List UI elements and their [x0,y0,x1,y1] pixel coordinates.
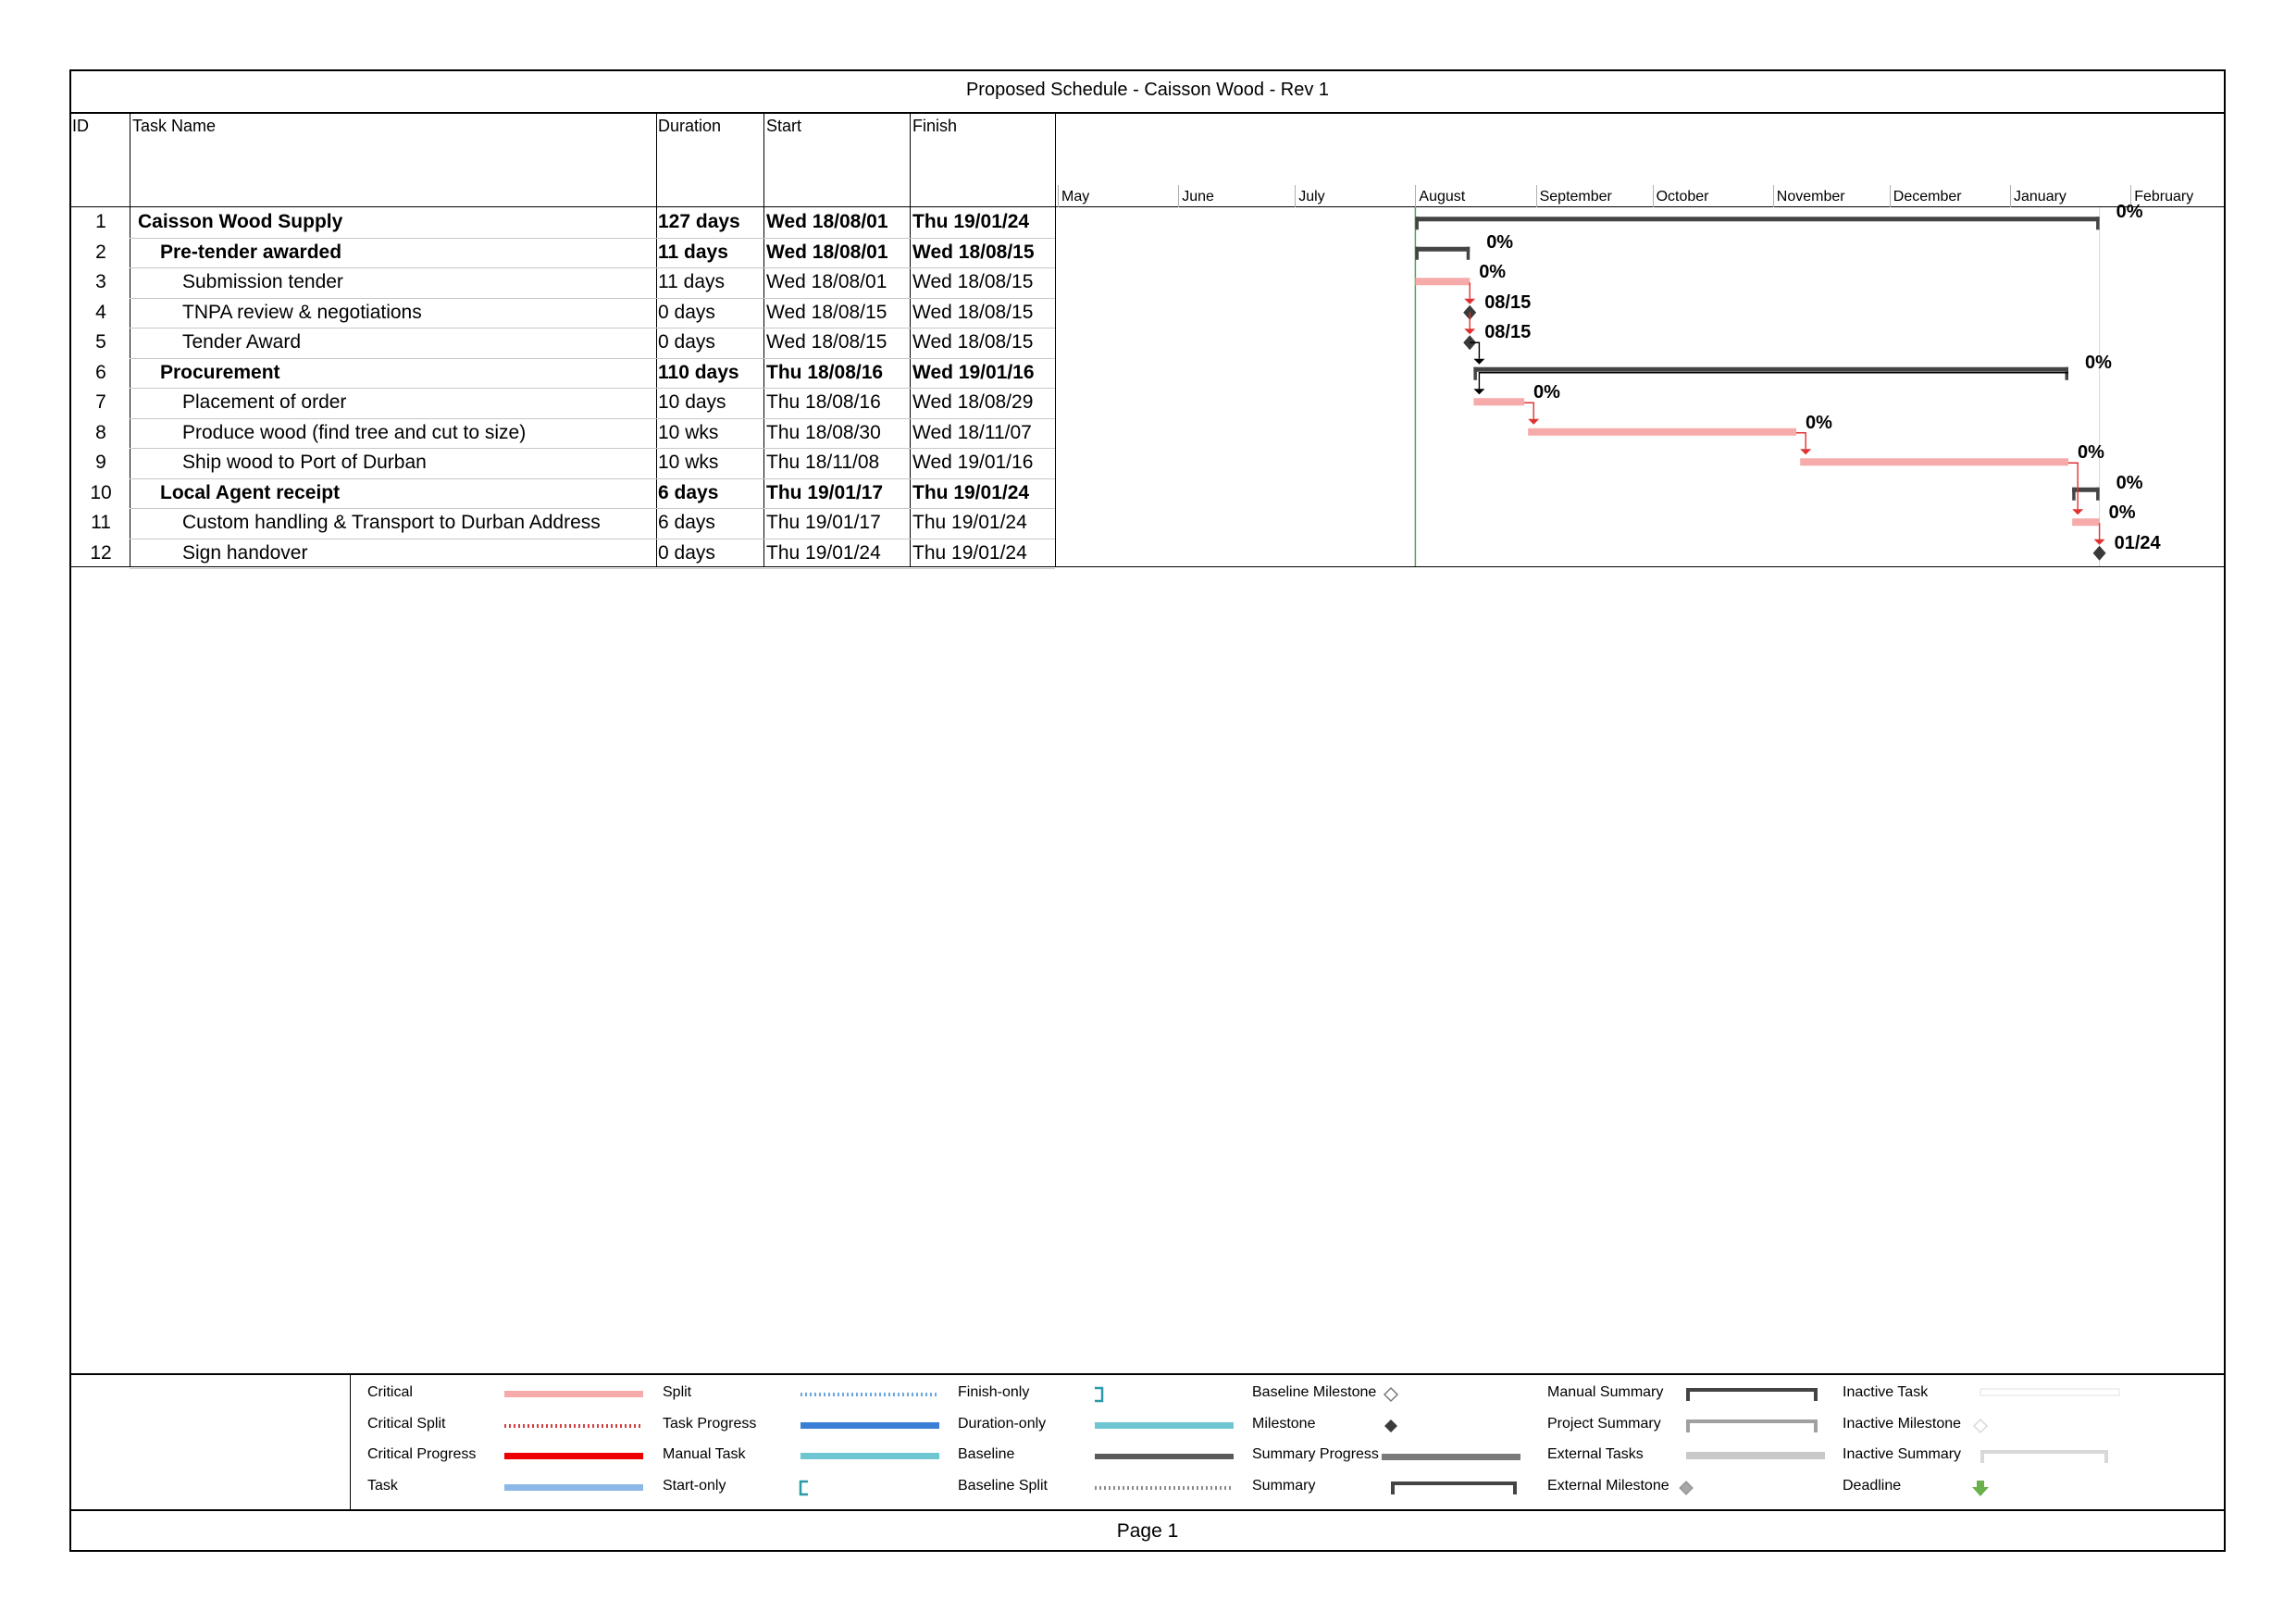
legend-label: External Tasks [1547,1446,1644,1462]
legend-swatch-summary-progress [1382,1454,1520,1460]
summary-bar [1415,217,2100,222]
summary-bar-end-cap [2096,217,2100,230]
legend-swatch-duration-only [1095,1422,1234,1429]
gantt-bar-label: 0% [1533,382,1560,403]
critical-task-bar [2072,518,2100,527]
legend-label: Project Summary [1547,1416,1661,1432]
critical-task-bar [1415,278,1471,286]
legend-swatch-external-milestone [1679,1481,1694,1495]
legend-swatch-deadline [1972,1481,1989,1496]
dependency-link [1478,372,2068,390]
dependency-link [2068,462,2079,510]
gantt-bar-label: 0% [2116,202,2143,223]
legend-label: Task Progress [663,1416,757,1432]
gantt-bar-label: 0% [2085,352,2112,373]
legend-swatch-milestone [1384,1419,1397,1432]
summary-bar-end-cap [2096,487,2100,501]
dependency-link [1796,432,1806,450]
summary-bar-start-cap [1473,366,1477,380]
critical-task-bar [1800,458,2068,466]
legend-swatch-task-progress [800,1422,939,1429]
legend-swatch-task [504,1484,643,1491]
dependency-arrow [1464,329,1476,335]
legend-label: Split [663,1384,692,1400]
page-number: Page 1 [1116,1520,1179,1542]
legend-label: Inactive Task [1843,1384,1929,1400]
legend-label: Task [367,1478,398,1494]
gantt-bar-label: 08/15 [1484,322,1532,343]
dependency-arrow [1473,389,1485,395]
legend-swatch-inactive-task [1980,1388,2120,1396]
summary-bar-end-cap [1466,246,1471,260]
gantt-bar-label: 08/15 [1484,291,1532,313]
legend-swatch-external-tasks [1686,1452,1825,1459]
critical-task-bar [1473,398,1524,406]
legend-swatch-manual-task [800,1453,939,1459]
summary-bar-start-cap [2072,487,2076,501]
legend-swatch-project-summary [1686,1419,1818,1432]
gantt-bar-label: 0% [2078,442,2104,464]
dependency-arrow [1464,298,1476,304]
legend-swatch-finish-only [1095,1386,1104,1403]
legend-swatch-start-only [799,1480,808,1496]
gantt-bar-label: 0% [2116,472,2143,493]
summary-bar-start-cap [1415,246,1419,260]
dependency-link [1524,402,1534,419]
legend-label: Start-only [663,1478,726,1494]
milestone-marker [2092,545,2106,561]
dependency-arrow [2093,539,2105,545]
legend-label: Inactive Summary [1843,1446,1962,1462]
legend-swatch-critical-progress [504,1453,643,1459]
legend-label: Summary Progress [1252,1446,1379,1462]
dependency-arrow [1800,449,1812,455]
gantt-bar-label: 0% [1806,412,1832,433]
legend-label: Manual Task [663,1446,746,1462]
legend-label: Critical Split [367,1416,446,1432]
legend-label: Manual Summary [1547,1384,1664,1400]
gantt-bar-label: 0% [1486,231,1514,253]
legend-label: Critical Progress [367,1446,477,1462]
legend-label: Summary [1252,1478,1316,1494]
legend-swatch-inactive-milestone [1972,1418,1989,1434]
summary-bar [1415,246,1471,252]
legend-swatch-baseline [1095,1454,1234,1459]
summary-bar-start-cap [1415,217,1419,230]
gantt-bar-label: 0% [1479,262,1507,283]
legend-swatch-baseline-milestone [1383,1386,1399,1403]
legend-label: Baseline Split [958,1478,1048,1494]
legend-label: Baseline Milestone [1252,1384,1377,1400]
gantt-bar-label: 01/24 [2114,532,2161,553]
legend-swatch-summary [1391,1481,1517,1494]
legend-label: Baseline [958,1446,1015,1462]
legend-label: Deadline [1843,1478,1902,1494]
summary-bar-end-cap [2065,366,2068,380]
legend-label: External Milestone [1547,1478,1669,1494]
legend-label: Critical [367,1384,413,1400]
legend-swatch-manual-summary [1686,1388,1818,1401]
legend-label: Inactive Milestone [1843,1416,1962,1432]
critical-task-bar [1528,428,1796,436]
legend-swatch-critical [504,1391,643,1397]
gantt-chart [504,207,2120,1496]
legend-top-border [69,1373,2226,1375]
legend-label: Milestone [1252,1416,1316,1432]
dependency-arrow [2072,509,2084,515]
gantt-bar-label: 0% [2108,502,2136,524]
legend-left-divider [350,1373,351,1510]
summary-bar [1473,366,2068,372]
legend-bottom-border [69,1509,2226,1511]
legend-swatch-inactive-summary [1980,1450,2108,1463]
dependency-arrow [1473,358,1485,365]
legend-label: Duration-only [958,1416,1047,1432]
legend-label: Finish-only [958,1384,1030,1400]
summary-bar [2072,487,2100,492]
dependency-arrow [1528,418,1540,425]
